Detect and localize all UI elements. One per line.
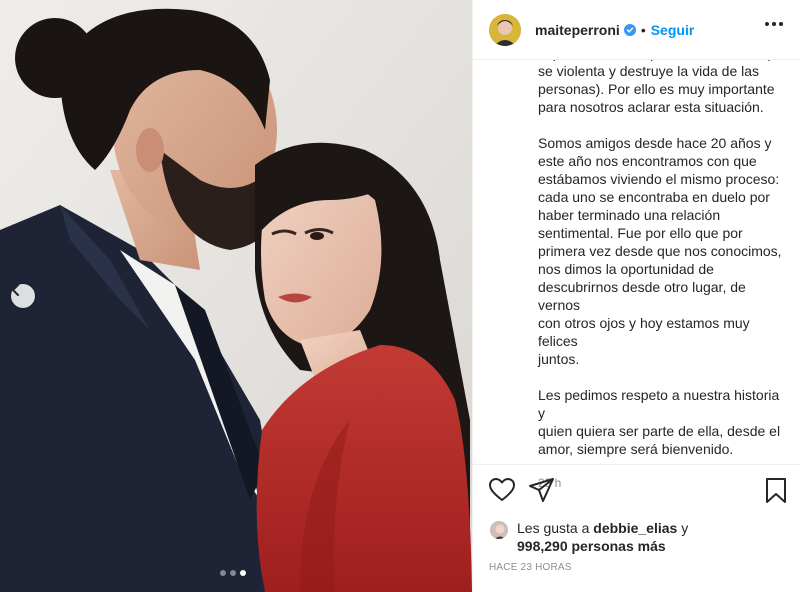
likes-conjunction: y [681, 520, 689, 536]
post-actions [489, 478, 789, 504]
post-photo [0, 0, 472, 592]
separator-dot: • [640, 21, 646, 38]
carousel-indicator [220, 570, 246, 576]
carousel-dot-active [240, 570, 246, 576]
heart-icon[interactable] [489, 478, 515, 507]
couple-photo-illustration [0, 0, 472, 592]
username-link[interactable]: maiteperroni [535, 22, 620, 38]
likes-line: Les gusta a debbie_elias y [489, 519, 789, 537]
profile-picture [489, 13, 521, 46]
liker-avatar[interactable] [489, 520, 509, 540]
bookmark-icon[interactable] [765, 478, 787, 509]
post-caption: expresión” se rompen límites en los que … [538, 44, 790, 492]
carousel-dot [230, 570, 236, 576]
verified-badge-icon [623, 23, 636, 36]
chevron-left-icon [12, 284, 19, 296]
follow-button[interactable]: Seguir [651, 22, 695, 38]
more-options-icon[interactable] [765, 22, 783, 26]
divider [473, 464, 800, 465]
caption-paragraph: Les pedimos respeto a nuestra historia y… [538, 387, 781, 457]
send-icon[interactable] [529, 478, 555, 507]
liker-username-link[interactable]: debbie_elias [593, 520, 677, 536]
likes-count-link[interactable]: 998,290 personas más [489, 537, 789, 555]
avatar[interactable] [489, 13, 521, 46]
post-side-panel: maiteperroni • Seguir expresión” se romp… [472, 0, 800, 592]
post-header: maiteperroni • Seguir [473, 0, 800, 60]
likes-summary: Les gusta a debbie_elias y 998,290 perso… [489, 519, 789, 555]
post-timestamp[interactable]: HACE 23 HORAS [489, 562, 572, 573]
likes-prefix: Les gusta a [517, 520, 590, 536]
carousel-prev-button[interactable] [11, 284, 35, 308]
caption-paragraph: Somos amigos desde hace 20 años y este a… [538, 135, 782, 367]
carousel-dot [220, 570, 226, 576]
